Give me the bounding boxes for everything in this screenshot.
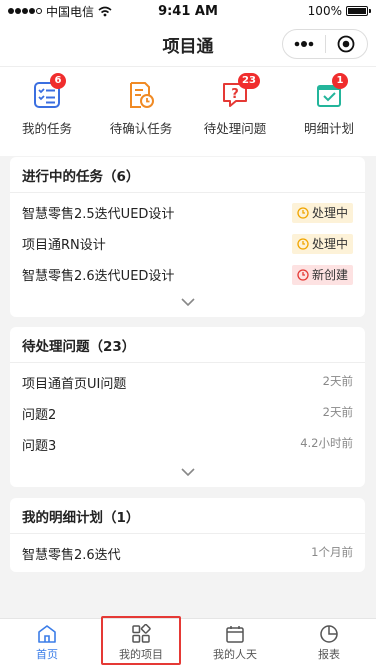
wifi-icon [98,6,112,16]
tab-home-label: 首页 [36,648,58,661]
bottom-tab-bar: 首页 我的项目 我的人天 报表 [0,618,376,667]
tab-my-person-days[interactable]: 我的人天 [188,619,282,667]
detail-plans-card: 我的明细计划（1） 智慧零售2.6迭代 1个月前 [10,498,365,572]
task-row[interactable]: 项目通RN设计 处理中 [10,228,365,259]
calendar-check-icon: 1 [315,73,348,109]
status-badge: 新创建 [291,264,353,285]
chevron-down-icon [180,298,195,306]
calendar-icon [226,626,244,643]
clock-icon [297,206,309,219]
signal-icon [8,8,42,14]
question-bubble-icon: ? 23 [221,73,260,109]
task-row[interactable]: 智慧零售2.6迭代UED设计 新创建 [10,259,365,290]
task-title: 智慧零售2.6迭代UED设计 [22,269,175,284]
issue-title: 项目通首页UI问题 [22,377,127,392]
status-time: 9:41 AM [158,3,218,19]
selection-highlight-box [101,616,181,665]
battery-icon [345,6,371,16]
pie-chart-icon [320,625,338,643]
mini-program-capsule [282,29,368,59]
issue-row[interactable]: 问题3 4.2小时前 [10,429,365,460]
status-text: 处理中 [311,206,348,220]
home-icon [38,625,56,643]
status-badge: 处理中 [291,233,353,254]
carrier-text: 中国电信 [46,4,95,19]
tab-home[interactable]: 首页 [0,619,94,667]
more-dots-icon [294,41,314,47]
svg-text:?: ? [231,87,239,102]
plan-row[interactable]: 智慧零售2.6迭代 1个月前 [10,538,365,569]
plan-time: 1个月前 [311,545,353,559]
page-title: 项目通 [162,36,214,57]
tab-reports[interactable]: 报表 [282,619,376,667]
status-text: 新创建 [311,268,348,282]
task-row[interactable]: 智慧零售2.5迭代UED设计 处理中 [10,197,365,228]
task-title: 项目通RN设计 [22,238,106,253]
quick-my-tasks-label: 我的任务 [21,121,72,136]
tab-reports-label: 报表 [318,648,340,661]
quick-pending-confirm-label: 待确认任务 [109,121,173,136]
plan-title: 智慧零售2.6迭代 [22,548,121,563]
my-tasks-badge: 6 [50,73,66,89]
clock-icon [297,268,309,281]
more-button[interactable] [283,30,325,58]
quick-detail-plan-label: 明细计划 [303,121,354,136]
quick-entry-bar: 6 我的任务 待确认任务 ? 23 待处理问题 1 明细计划 [0,66,376,156]
detail-plan-badge: 1 [332,73,348,89]
status-text: 处理中 [311,237,348,251]
issue-time: 2天前 [322,405,353,419]
plans-card-header: 我的明细计划（1） [10,498,365,534]
target-icon [337,35,355,53]
quick-pending-confirm[interactable]: 待确认任务 [94,67,188,156]
issue-row[interactable]: 问题2 2天前 [10,398,365,429]
issue-time: 2天前 [322,374,353,388]
nav-bar: 项目通 [0,22,376,66]
issue-time: 4.2小时前 [300,436,353,450]
chevron-down-icon [180,468,195,476]
task-list-icon: 6 [33,73,66,109]
quick-detail-plan[interactable]: 1 明细计划 [282,67,376,156]
close-app-button[interactable] [326,30,368,58]
tab-my-person-days-label: 我的人天 [213,648,257,661]
expand-issues-button[interactable] [10,460,365,484]
issue-title: 问题2 [22,408,57,423]
in-progress-tasks-card: 进行中的任务（6） 智慧零售2.5迭代UED设计 处理中 项目通RN设计 处理中… [10,157,365,317]
pending-issues-card: 待处理问题（23） 项目通首页UI问题 2天前 问题2 2天前 问题3 4.2小… [10,327,365,487]
clock-icon [297,237,309,250]
status-left: 中国电信 [8,3,128,20]
quick-my-tasks[interactable]: 6 我的任务 [0,67,94,156]
issue-row[interactable]: 项目通首页UI问题 2天前 [10,367,365,398]
quick-pending-issues-label: 待处理问题 [203,121,267,136]
issue-title: 问题3 [22,439,57,454]
battery-percent: 100% [307,4,342,18]
issues-card-header: 待处理问题（23） [10,327,365,363]
status-bar: 中国电信 9:41 AM 100% [0,0,376,22]
status-badge: 处理中 [291,202,353,223]
quick-pending-issues[interactable]: ? 23 待处理问题 [188,67,282,156]
task-title: 智慧零售2.5迭代UED设计 [22,207,175,222]
pending-issues-badge: 23 [238,73,260,89]
status-right: 100% [248,4,371,18]
clock-document-icon [127,81,155,109]
tasks-card-header: 进行中的任务（6） [10,157,365,193]
expand-tasks-button[interactable] [10,290,365,314]
